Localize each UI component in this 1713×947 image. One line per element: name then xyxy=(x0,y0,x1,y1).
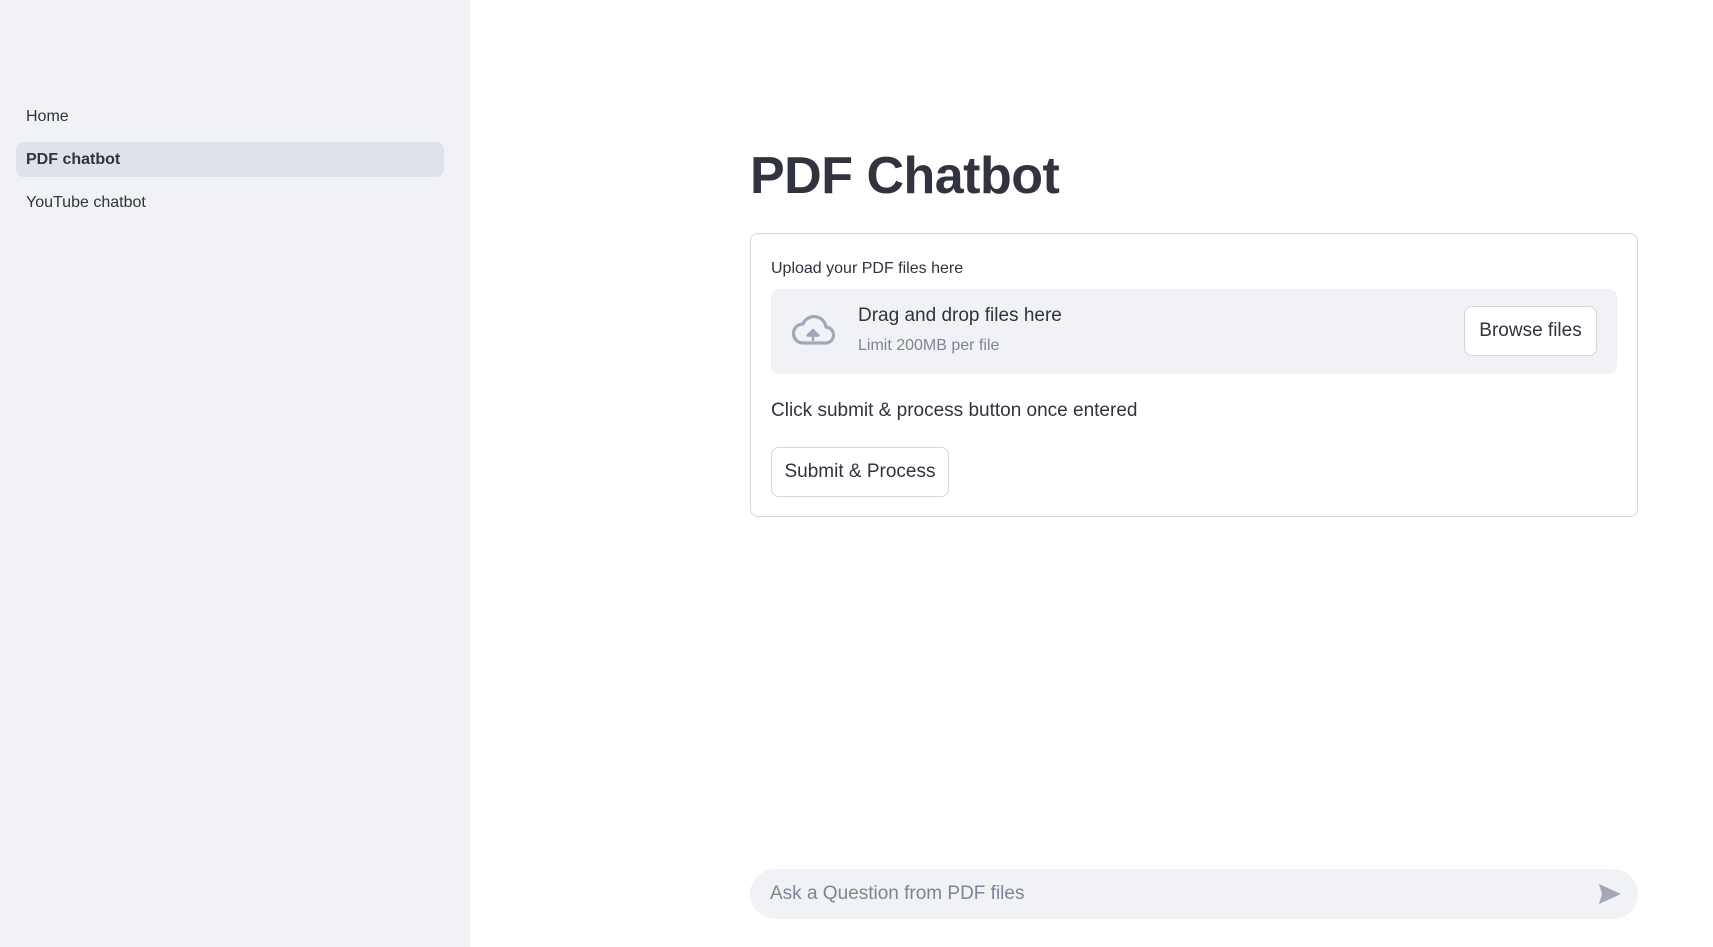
instruction-text: Click submit & process button once enter… xyxy=(771,400,1138,421)
page-title: PDF Chatbot xyxy=(750,147,1060,205)
sidebar-item-label: PDF chatbot xyxy=(26,150,121,168)
upload-form: Upload your PDF files here Drag and drop… xyxy=(750,233,1638,517)
send-icon[interactable] xyxy=(1596,880,1624,908)
chat-input-bar xyxy=(750,869,1638,919)
sidebar-item-label: YouTube chatbot xyxy=(26,193,146,211)
main-content: PDF Chatbot Upload your PDF files here D… xyxy=(470,0,1713,947)
browse-files-button[interactable]: Browse files xyxy=(1464,306,1597,356)
file-dropzone[interactable]: Drag and drop files here Limit 200MB per… xyxy=(771,289,1617,374)
sidebar-item-home[interactable]: Home xyxy=(16,99,444,134)
cloud-upload-icon xyxy=(789,311,837,351)
file-uploader-label: Upload your PDF files here xyxy=(771,260,964,277)
app-window: Home PDF chatbot YouTube chatbot PDF Cha… xyxy=(0,0,1713,947)
submit-process-button[interactable]: Submit & Process xyxy=(771,447,949,497)
chat-input[interactable] xyxy=(770,869,1560,919)
dropzone-limit-text: Limit 200MB per file xyxy=(858,337,1000,354)
sidebar-item-youtube-chatbot[interactable]: YouTube chatbot xyxy=(16,185,444,220)
sidebar-nav: Home PDF chatbot YouTube chatbot xyxy=(16,99,444,228)
sidebar: Home PDF chatbot YouTube chatbot xyxy=(0,0,470,947)
sidebar-item-label: Home xyxy=(26,107,69,125)
sidebar-item-pdf-chatbot[interactable]: PDF chatbot xyxy=(16,142,444,177)
dropzone-title: Drag and drop files here xyxy=(858,305,1062,326)
